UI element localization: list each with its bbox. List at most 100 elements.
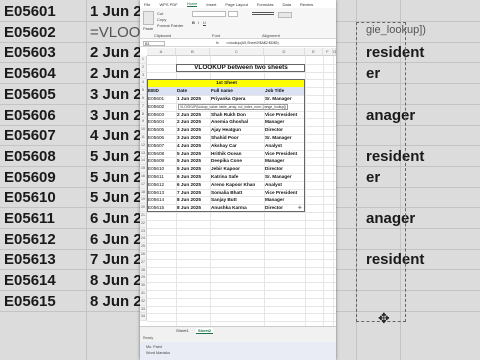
ribbon-tab-page-layout[interactable]: Page Layout [225, 2, 247, 7]
formula-input[interactable]: =vlookup(A5,Sheet2!$A$2:$D$5) [226, 41, 279, 45]
row-gridline [147, 243, 336, 245]
row-header[interactable]: 29 [140, 274, 147, 283]
underline-icon[interactable]: U [203, 20, 206, 25]
background-eeid: E05611 [4, 210, 55, 227]
ribbon-tab-file[interactable]: File [144, 2, 150, 7]
background-eeid: E05609 [4, 168, 56, 186]
format-painter-button[interactable]: Format Painter [157, 23, 183, 28]
background-eeid: E05607 [4, 127, 56, 145]
font-name-select[interactable] [192, 11, 226, 17]
row-header[interactable]: 19 [140, 196, 147, 205]
column-header-f[interactable]: F [323, 48, 333, 56]
wrap-text-button[interactable] [278, 12, 292, 18]
row-header[interactable]: 17 [140, 180, 147, 189]
row-header[interactable]: 6 [140, 95, 147, 103]
row-header[interactable]: 21 [140, 212, 147, 220]
ribbon-tab-formulas[interactable]: Formulas [257, 2, 274, 7]
ribbon-tab-home[interactable]: Home [186, 1, 198, 7]
row-header[interactable]: 7 [140, 102, 147, 111]
fx-icon[interactable]: fx [216, 41, 219, 45]
row-gridline [147, 258, 336, 260]
row-header[interactable]: 10 [140, 126, 147, 134]
paste-button[interactable] [143, 11, 154, 25]
background-eeid: E05613 [4, 251, 56, 269]
row-gridline [147, 290, 336, 291]
row-header[interactable]: 34 [140, 313, 147, 322]
row-gridline [147, 282, 336, 284]
row-header[interactable]: 9 [140, 118, 147, 127]
row-header[interactable]: 24 [140, 235, 147, 244]
row-header[interactable]: 27 [140, 258, 147, 267]
row-gridline [147, 235, 336, 237]
row-header[interactable]: 28 [140, 266, 147, 275]
row-header[interactable]: 8 [140, 110, 147, 119]
row-header[interactable]: 32 [140, 297, 147, 306]
background-eeid: E05614 [4, 272, 56, 290]
background-eeid: E05610 [4, 189, 56, 207]
row-header[interactable]: 4 [140, 79, 147, 88]
worksheet-grid[interactable]: A B C D E F G 1 2 3 4 5 6 7 8 9 10 11 12 13 14 15 16 17 18 19 20 21… [140, 48, 336, 328]
ribbon-tab-data[interactable]: Data [283, 2, 291, 7]
background-eeid: E05603 [4, 44, 56, 62]
column-gridline [305, 56, 306, 328]
font-size-select[interactable] [228, 11, 238, 17]
row-header[interactable]: 22 [140, 219, 147, 228]
row-header[interactable]: 31 [140, 290, 147, 298]
row-header[interactable]: 26 [140, 251, 147, 259]
row-header[interactable]: 14 [140, 157, 147, 166]
row-gridline [147, 297, 336, 299]
row-header[interactable]: 23 [140, 227, 147, 236]
row-header[interactable]: 20 [140, 204, 147, 212]
sheet-tabs: Sheet1 Sheet2 [140, 326, 336, 334]
ribbon-tab-wps-pdf[interactable]: WPS PDF [159, 2, 177, 7]
cut-button[interactable]: Cut [157, 11, 163, 16]
background-eeid: E05604 [4, 65, 56, 83]
column-header-e[interactable]: E [305, 48, 323, 56]
font-group-label: Font [212, 33, 221, 38]
ribbon-tab-insert[interactable]: Insert [206, 2, 216, 7]
name-box[interactable]: B3 [143, 40, 165, 46]
taskbar: Ms. Paint Word Mansiks [140, 342, 336, 360]
excel-window: File WPS PDF Home Insert Page Layout Formulas… [140, 0, 336, 360]
background-eeid: E05605 [4, 85, 56, 103]
title-border [176, 63, 305, 72]
taskbar-line2: Word Mansiks [146, 351, 170, 355]
copy-button[interactable]: Copy [157, 17, 166, 22]
row-header[interactable]: 25 [140, 243, 147, 251]
italic-icon[interactable]: I [198, 20, 199, 25]
row-header[interactable]: 16 [140, 173, 147, 181]
cell-cursor-icon: ✛ [298, 205, 302, 211]
row-header[interactable]: 15 [140, 165, 147, 173]
row-header[interactable]: 13 [140, 149, 147, 158]
background-eeid: E05608 [4, 147, 56, 165]
row-header[interactable]: 33 [140, 305, 147, 314]
row-header[interactable]: 2 [140, 63, 147, 72]
column-header-d[interactable]: D [264, 48, 305, 56]
row-header[interactable]: 5 [140, 87, 147, 95]
row-header[interactable]: 30 [140, 282, 147, 290]
column-gridline [333, 56, 334, 328]
column-header-c[interactable]: C [210, 48, 264, 56]
background-eeid: E05602 [4, 23, 56, 41]
column-header-g[interactable]: G [333, 48, 336, 56]
move-cursor-icon: ✥ [378, 310, 390, 326]
row-gridline [147, 321, 336, 323]
row-header[interactable]: 18 [140, 188, 147, 197]
alignment-group-label: Alignment [262, 33, 280, 38]
background-eeid: E05615 [4, 292, 56, 310]
row-header[interactable]: 1 [140, 56, 147, 64]
paste-label: Paste [143, 26, 154, 31]
column-header-a[interactable]: A [147, 48, 176, 56]
bold-icon[interactable]: B [192, 20, 195, 25]
row-header[interactable]: 12 [140, 141, 147, 150]
row-header[interactable]: 11 [140, 134, 147, 142]
row-gridline [147, 251, 336, 252]
column-gridline [323, 56, 324, 328]
row-header[interactable]: 3 [140, 71, 147, 80]
clipboard-group-label: Clipboard [154, 33, 172, 38]
ribbon-tab-review[interactable]: Review [300, 2, 313, 7]
align-icon[interactable] [252, 12, 274, 15]
background-eeid: E05601 [4, 3, 56, 20]
column-header-b[interactable]: B [176, 48, 210, 56]
row-gridline [147, 313, 336, 315]
